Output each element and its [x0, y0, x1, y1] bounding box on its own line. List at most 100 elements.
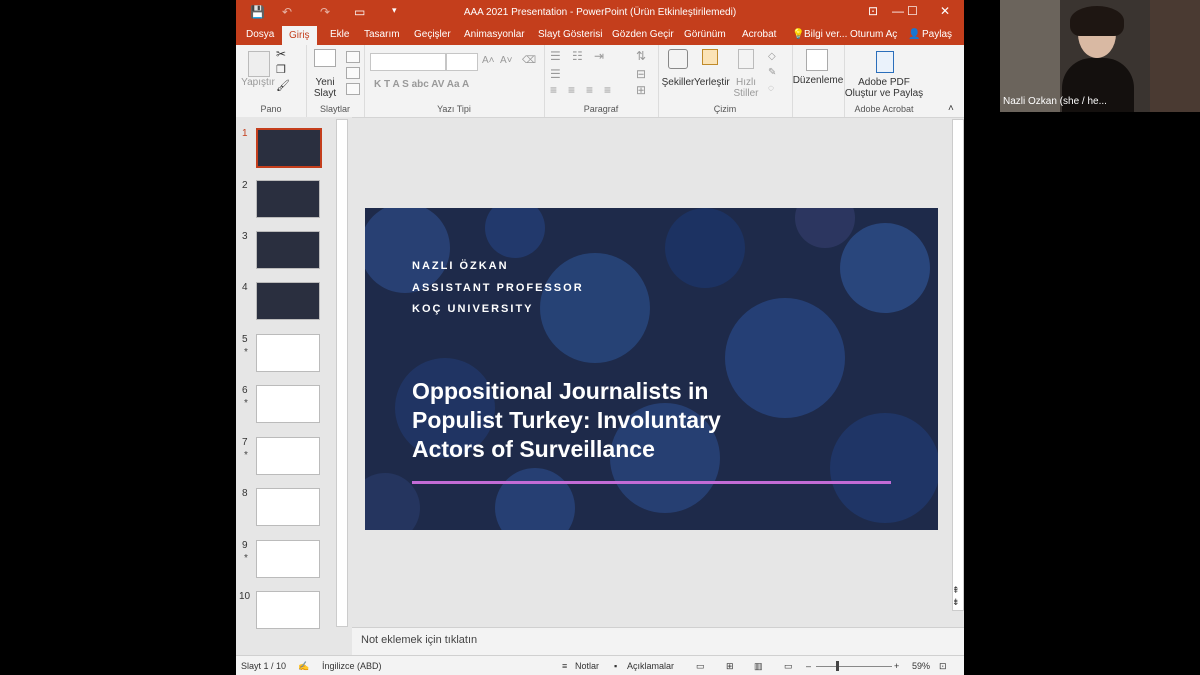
group-duzenleme: Düzenleme — [792, 45, 845, 117]
font-grow-icon[interactable]: A˄ — [482, 55, 495, 66]
slide-thumbnail-8[interactable] — [256, 488, 320, 526]
tab-tasarim[interactable]: Tasarım — [364, 29, 400, 40]
copy-icon[interactable]: ❐ — [276, 65, 286, 76]
slide-scrollbar[interactable] — [952, 119, 964, 611]
new-slide-label-1[interactable]: Yeni — [308, 77, 342, 88]
notes-button[interactable]: Notlar — [575, 661, 599, 671]
notes-pane[interactable]: Not eklemek için tıklatın — [352, 627, 964, 656]
tab-dosya[interactable]: Dosya — [246, 29, 274, 40]
find-icon[interactable] — [806, 49, 828, 71]
shape-effects-icon[interactable]: ◌ — [768, 83, 774, 94]
next-slide-icon[interactable]: ⇟ — [952, 597, 960, 608]
tab-gorunum[interactable]: Görünüm — [684, 29, 726, 40]
previous-slide-icon[interactable]: ⇞ — [952, 585, 960, 596]
language-indicator[interactable]: İngilizce (ABD) — [322, 661, 382, 671]
thumbnail-scrollbar[interactable] — [336, 119, 348, 627]
reading-view-icon[interactable]: ▥ — [754, 661, 763, 672]
adobe-pdf-label-2[interactable]: Oluştur ve Paylaş — [844, 88, 924, 99]
slide-thumbnail-4[interactable] — [256, 282, 320, 320]
shapes-label[interactable]: Şekiller — [660, 77, 696, 88]
tab-animasyonlar[interactable]: Animasyonlar — [464, 29, 525, 40]
reset-icon[interactable] — [346, 67, 360, 79]
indent-icon[interactable]: ⇥ — [594, 50, 604, 62]
quick-styles-label-1[interactable]: Hızlı — [730, 77, 762, 88]
zoom-out-icon[interactable]: – — [806, 661, 811, 671]
new-slide-label-2[interactable]: Slayt — [308, 88, 342, 99]
format-painter-icon[interactable]: 🖌 — [276, 81, 290, 92]
sign-in-link[interactable]: Oturum Aç — [850, 29, 897, 40]
paste-label[interactable]: Yapıştır — [238, 77, 278, 88]
adobe-pdf-label-1[interactable]: Adobe PDF — [844, 77, 924, 88]
slide-thumbnail-6[interactable] — [256, 385, 320, 423]
font-shrink-icon[interactable]: A˅ — [500, 55, 513, 66]
tab-ekle[interactable]: Ekle — [330, 29, 349, 40]
shape-fill-icon[interactable]: ◇ — [768, 51, 776, 62]
slide-thumbnail-2[interactable] — [256, 180, 320, 218]
slideshow-view-icon[interactable]: ▭ — [784, 661, 793, 672]
notes-icon[interactable]: ≡ — [562, 661, 567, 671]
adobe-pdf-icon[interactable] — [876, 51, 894, 73]
tab-gecisler[interactable]: Geçişler — [414, 29, 451, 40]
minimize-icon[interactable]: — — [892, 4, 904, 18]
text-direction-icon[interactable]: ⇅ — [636, 50, 646, 62]
tab-gozden-gecir[interactable]: Gözden Geçir — [612, 29, 674, 40]
slide-sorter-icon[interactable]: ⊞ — [726, 661, 734, 672]
new-slide-icon[interactable] — [314, 49, 336, 67]
align-right-icon[interactable]: ≡ — [586, 84, 593, 96]
collapse-ribbon-icon[interactable]: ˄ — [948, 103, 954, 114]
justify-icon[interactable]: ≡ — [604, 84, 611, 96]
normal-view-icon[interactable]: ▭ — [696, 661, 705, 672]
font-size-box[interactable] — [446, 53, 478, 71]
quick-styles-icon[interactable] — [738, 49, 754, 69]
tell-me-box[interactable]: Bilgi ver... — [804, 29, 847, 40]
section-icon[interactable] — [346, 83, 360, 95]
slide-thumbnail-9[interactable] — [256, 540, 320, 578]
animation-star-icon: * — [244, 553, 248, 564]
cut-icon[interactable]: ✂ — [276, 48, 286, 60]
shape-outline-icon[interactable]: ✎ — [768, 67, 776, 78]
line-spacing-icon[interactable]: ☰ — [550, 68, 561, 80]
notes-placeholder[interactable]: Not eklemek için tıklatın — [361, 634, 477, 646]
zoom-slider-thumb[interactable] — [836, 661, 839, 671]
paste-icon[interactable] — [248, 51, 270, 77]
zoom-level[interactable]: 59% — [912, 661, 930, 671]
fit-to-window-icon[interactable]: ⊡ — [939, 661, 947, 672]
current-slide[interactable]: NAZLI ÖZKAN ASSISTANT PROFESSOR KOÇ UNIV… — [365, 208, 938, 530]
clear-format-icon[interactable]: ⌫ — [522, 55, 536, 66]
zoom-slider[interactable] — [816, 666, 892, 667]
slide-thumbnail-10[interactable] — [256, 591, 320, 629]
tab-giris[interactable]: Giriş — [282, 26, 317, 45]
layout-icon[interactable] — [346, 51, 360, 63]
slide-thumbnail-3[interactable] — [256, 231, 320, 269]
quick-styles-label-2[interactable]: Stiller — [730, 88, 762, 99]
align-left-icon[interactable]: ≡ — [550, 84, 557, 96]
spelling-icon[interactable]: ✍ — [298, 661, 309, 672]
tab-slayt-gosterisi[interactable]: Slayt Gösterisi — [538, 29, 602, 40]
slide-thumbnail-1[interactable] — [256, 128, 322, 168]
arrange-icon[interactable] — [702, 49, 718, 65]
comments-icon[interactable]: ▪ — [614, 661, 617, 671]
bullets-icon[interactable]: ☰ — [550, 50, 561, 62]
share-button[interactable]: Paylaş — [922, 29, 952, 40]
zoom-in-icon[interactable]: + — [894, 661, 899, 671]
align-text-icon[interactable]: ⊟ — [636, 68, 646, 80]
ribbon-display-options-icon[interactable]: ⊡ — [868, 4, 878, 18]
maximize-icon[interactable]: ☐ — [907, 4, 918, 18]
tab-acrobat[interactable]: Acrobat — [742, 29, 776, 40]
title-bar: 💾 ↶ ↷ ▭ ▾ AAA 2021 Presentation - PowerP… — [236, 0, 964, 26]
smartart-icon[interactable]: ⊞ — [636, 84, 646, 96]
animation-star-icon: * — [244, 450, 248, 461]
font-format-icons[interactable]: K T A S abc AV Aa A — [374, 79, 538, 90]
font-name-box[interactable] — [370, 53, 446, 71]
arrange-label[interactable]: Yerleştir — [694, 77, 730, 88]
align-center-icon[interactable]: ≡ — [568, 84, 575, 96]
close-icon[interactable]: ✕ — [940, 4, 950, 18]
slide-number: 9 — [242, 540, 248, 551]
slide-thumbnail-7[interactable] — [256, 437, 320, 475]
comments-button[interactable]: Açıklamalar — [627, 661, 674, 671]
shapes-icon[interactable] — [668, 49, 688, 69]
editing-label[interactable]: Düzenleme — [792, 75, 844, 86]
slide-thumbnail-5[interactable] — [256, 334, 320, 372]
ribbon: Yapıştır ✂ ❐ 🖌 Pano Yeni Slayt Slaytlar … — [236, 45, 964, 118]
numbering-icon[interactable]: ☷ — [572, 50, 583, 62]
